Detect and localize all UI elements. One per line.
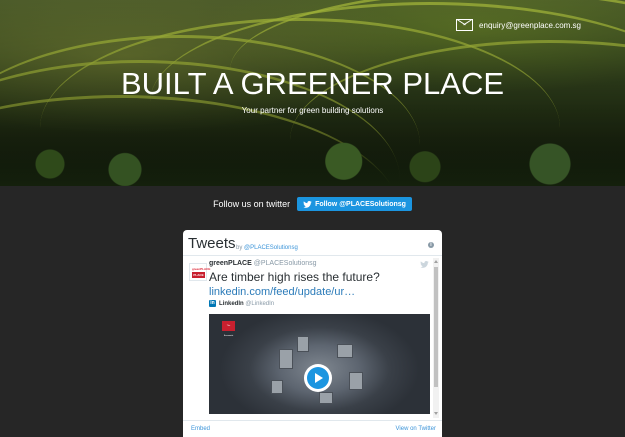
economist-logo: The Economist <box>222 321 235 337</box>
forest-foreground <box>0 131 625 186</box>
follow-label: Follow us on twitter <box>213 199 291 209</box>
hero-subtitle: Your partner for green building solution… <box>241 106 384 115</box>
tweet-link[interactable]: linkedin.com/feed/update/ur… <box>209 286 355 298</box>
scrollbar-thumb[interactable] <box>434 267 438 387</box>
building-shape <box>319 392 333 404</box>
byline-prefix: by <box>236 245 243 251</box>
widget-title: Tweets <box>188 235 236 252</box>
hero-title: BUILT A GREENER PLACE <box>120 66 505 101</box>
avatar-text: greenPLACE <box>192 267 211 271</box>
scroll-down-arrow-icon[interactable] <box>434 412 438 415</box>
author-name: greenPLACE <box>209 260 252 267</box>
twitter-bird-icon <box>303 200 312 208</box>
avatar-logo: PLACE <box>192 272 205 278</box>
header-divider <box>183 255 442 256</box>
envelope-icon <box>456 19 474 31</box>
email-text[interactable]: enquiry@greenplace.com.sg <box>479 21 581 30</box>
tweet-video-thumbnail[interactable]: The Economist <box>209 314 430 414</box>
widget-header: Tweets by @PLACESolutionsg i <box>188 235 437 253</box>
scroll-up-arrow-icon[interactable] <box>434 260 438 263</box>
card-source-title: LinkedIn <box>219 300 244 307</box>
byline-handle[interactable]: @PLACESolutionsg <box>244 245 298 251</box>
play-button[interactable] <box>304 364 332 392</box>
widget-byline: by @PLACESolutionsg <box>236 245 298 251</box>
twitter-timeline-widget: Tweets by @PLACESolutionsg i greenPLACE … <box>183 230 442 437</box>
building-shape <box>279 349 293 369</box>
embed-link[interactable]: Embed <box>191 426 210 432</box>
info-icon[interactable]: i <box>428 242 434 248</box>
follow-button-label: Follow @PLACESolutionsg <box>315 200 406 208</box>
building-shape <box>349 372 363 390</box>
hero-banner: enquiry@greenplace.com.sg BUILT A GREENE… <box>0 0 625 186</box>
avatar[interactable]: greenPLACE PLACE <box>189 263 211 281</box>
linkedin-icon: in <box>209 300 216 307</box>
card-source[interactable]: in LinkedIn @LinkedIn <box>209 300 274 307</box>
building-shape <box>337 344 353 358</box>
card-source-handle: @LinkedIn <box>245 300 275 307</box>
play-icon <box>307 367 329 389</box>
follow-row: Follow us on twitter Follow @PLACESoluti… <box>0 197 625 211</box>
tweet-text: Are timber high rises the future? <box>209 270 380 284</box>
author-handle: @PLACESolutionsg <box>253 260 317 267</box>
twitter-follow-button[interactable]: Follow @PLACESolutionsg <box>297 197 412 211</box>
view-on-twitter-link[interactable]: View on Twitter <box>396 426 436 432</box>
building-shape <box>297 336 309 352</box>
building-shape <box>271 380 283 394</box>
card-source-name: LinkedIn @LinkedIn <box>219 301 274 307</box>
widget-footer: Embed View on Twitter <box>183 420 442 437</box>
contact-email[interactable]: enquiry@greenplace.com.sg <box>456 19 581 31</box>
twitter-bird-icon[interactable] <box>420 261 429 268</box>
tweet-author[interactable]: greenPLACE @PLACESolutionsg <box>209 260 317 267</box>
